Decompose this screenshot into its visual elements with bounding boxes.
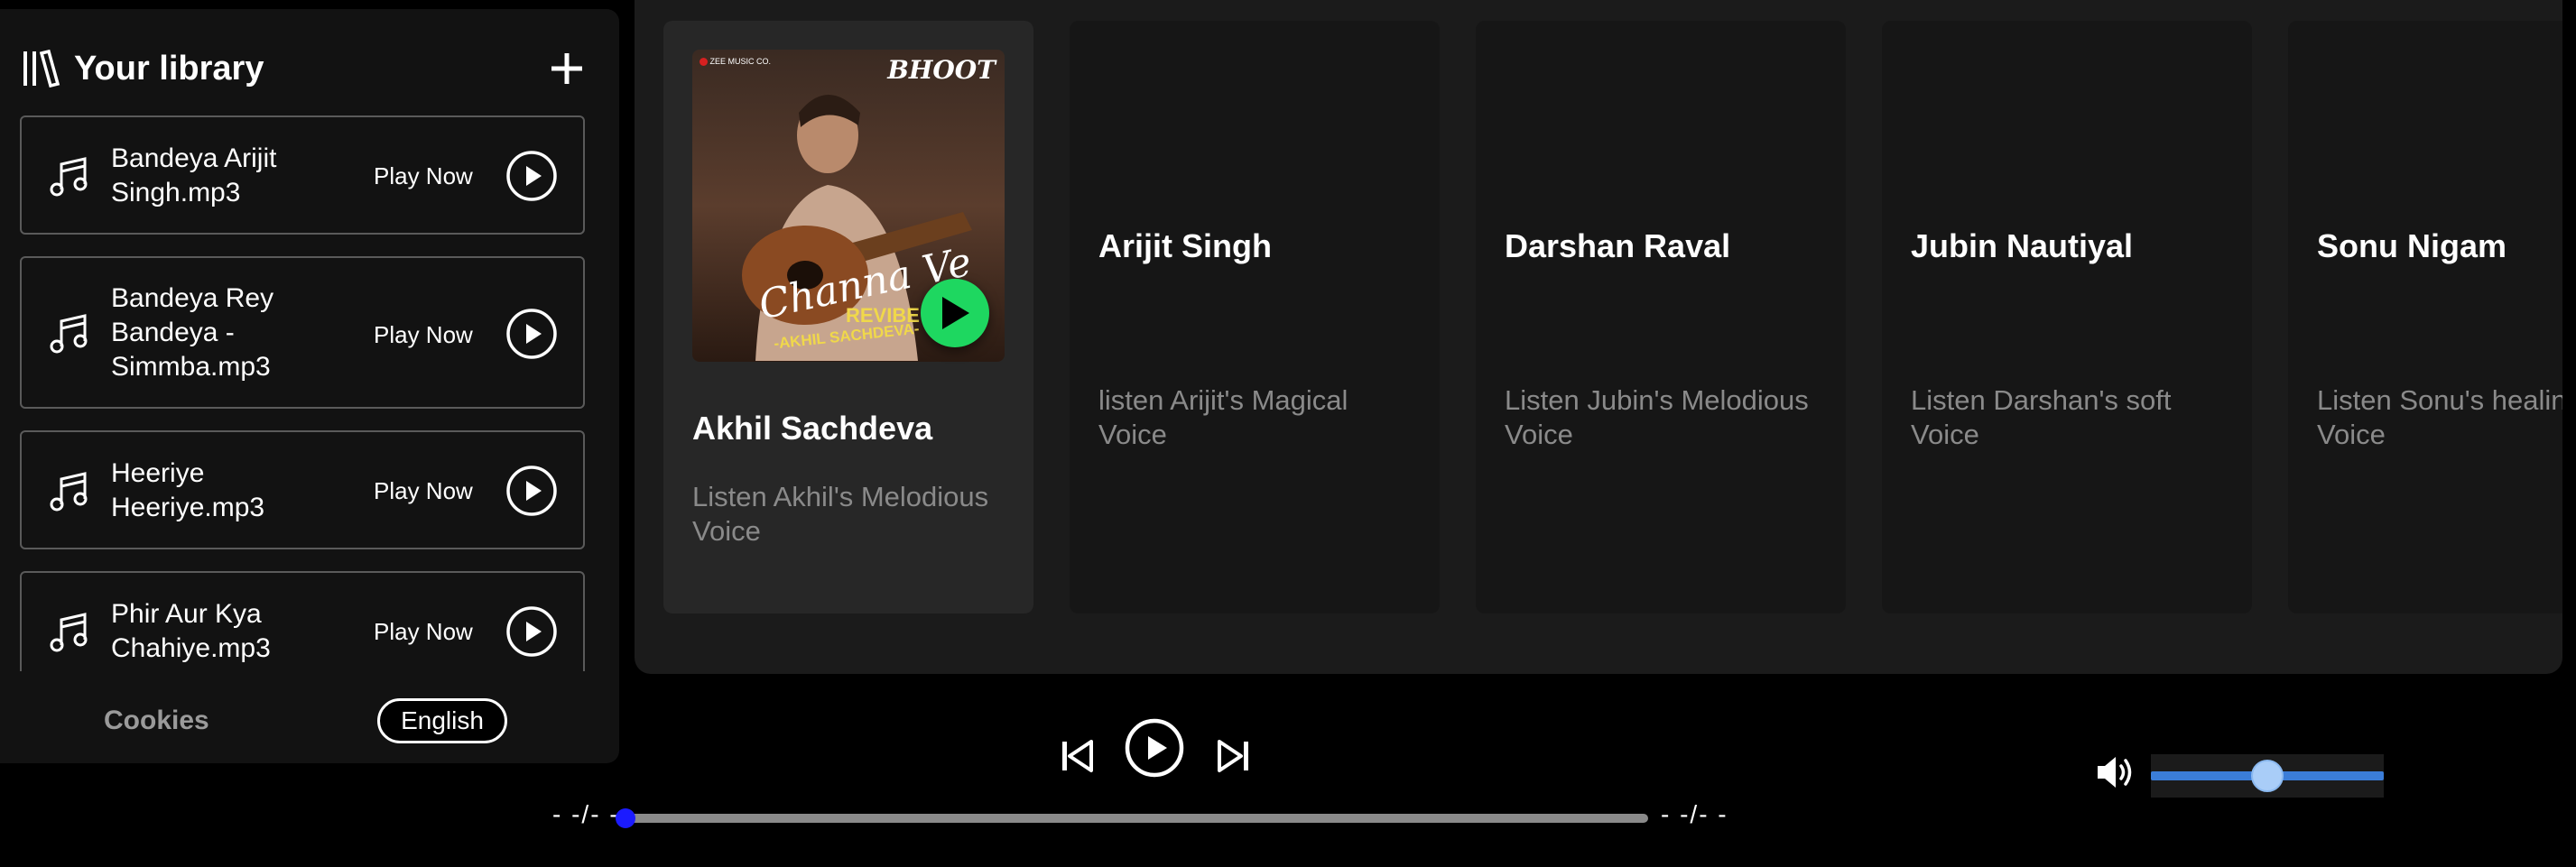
total-time: - -/- - — [1661, 800, 1728, 828]
brand-logo: ZEE MUSIC CO. — [700, 57, 771, 67]
library-header: Your library — [22, 42, 590, 96]
play-circle-icon[interactable] — [505, 308, 558, 360]
artist-card[interactable]: Sonu Nigam Listen Sonu's healing Voice — [2288, 21, 2562, 613]
track-title: Heeriye Heeriye.mp3 — [111, 458, 265, 522]
artist-description: Listen Darshan's soft Voice — [1911, 384, 2172, 450]
play-now-label[interactable]: Play Now — [374, 477, 473, 505]
artist-card[interactable]: ZEE MUSIC CO. BHOOT Channa Ve REVIBE -AK… — [663, 21, 1033, 613]
play-circle-icon[interactable] — [1125, 718, 1184, 782]
add-icon[interactable] — [543, 45, 590, 92]
artist-description: Listen Akhil's Melodious Voice — [692, 481, 989, 547]
artist-name: Arijit Singh — [1098, 227, 1272, 264]
progress-track — [625, 814, 1648, 823]
library-icon[interactable] — [22, 50, 63, 88]
current-time: - -/- - — [552, 800, 620, 828]
music-note-icon — [49, 155, 90, 198]
artist-description: Listen Jubin's Melodious Voice — [1505, 384, 1809, 450]
volume-slider[interactable] — [2151, 754, 2384, 798]
track-title: Phir Aur Kya Chahiye.mp3 — [111, 599, 271, 663]
artist-name: Darshan Raval — [1505, 227, 1731, 264]
play-circle-icon[interactable] — [505, 605, 558, 658]
track-list[interactable]: Bandeya Arijit Singh.mp3 Play Now Bandey… — [20, 105, 585, 671]
library-panel: Your library Bandeya Arijit Singh.mp3 Pl… — [0, 9, 619, 763]
playback-controls — [1052, 718, 1259, 790]
play-icon[interactable] — [921, 279, 989, 347]
cover-top-logo: BHOOT — [887, 55, 996, 85]
artist-panel: ZEE MUSIC CO. BHOOT Channa Ve REVIBE -AK… — [635, 0, 2562, 674]
play-now-label[interactable]: Play Now — [374, 321, 473, 349]
library-title: Your library — [74, 49, 264, 88]
library-footer: Cookies English — [0, 686, 619, 758]
track-title: Bandeya Rey Bandeya - Simmba.mp3 — [111, 283, 274, 382]
music-note-icon — [49, 470, 90, 513]
artist-name: Sonu Nigam — [2317, 227, 2507, 264]
volume-icon[interactable] — [2094, 753, 2136, 791]
artist-name: Akhil Sachdeva — [692, 410, 933, 447]
cookies-link[interactable]: Cookies — [104, 706, 209, 736]
artist-card[interactable]: Jubin Nautiyal Listen Darshan's soft Voi… — [1882, 21, 2252, 613]
artist-card[interactable]: Darshan Raval Listen Jubin's Melodious V… — [1476, 21, 1846, 613]
progress-bar[interactable] — [616, 808, 1648, 828]
artist-description: Listen Sonu's healing Voice — [2317, 384, 2562, 450]
language-button[interactable]: English — [377, 698, 507, 743]
artist-card[interactable]: Arijit Singh listen Arijit's Magical Voi… — [1070, 21, 1440, 613]
progress-thumb[interactable] — [616, 808, 635, 828]
music-note-icon — [49, 611, 90, 654]
skip-next-icon[interactable] — [1214, 738, 1252, 779]
track-item[interactable]: Bandeya Rey Bandeya - Simmba.mp3 Play No… — [20, 256, 585, 409]
track-item[interactable]: Phir Aur Kya Chahiye.mp3 Play Now — [20, 571, 585, 671]
artist-description: listen Arijit's Magical Voice — [1098, 384, 1348, 450]
artist-name: Jubin Nautiyal — [1911, 227, 2134, 264]
play-circle-icon[interactable] — [505, 465, 558, 517]
music-note-icon — [49, 312, 90, 355]
skip-previous-icon[interactable] — [1059, 738, 1097, 779]
play-circle-icon[interactable] — [505, 150, 558, 202]
play-now-label[interactable]: Play Now — [374, 162, 473, 190]
track-item[interactable]: Heeriye Heeriye.mp3 Play Now — [20, 430, 585, 549]
volume-thumb[interactable] — [2251, 760, 2284, 792]
track-item[interactable]: Bandeya Arijit Singh.mp3 Play Now — [20, 115, 585, 235]
play-now-label[interactable]: Play Now — [374, 618, 473, 646]
track-title: Bandeya Arijit Singh.mp3 — [111, 143, 277, 208]
